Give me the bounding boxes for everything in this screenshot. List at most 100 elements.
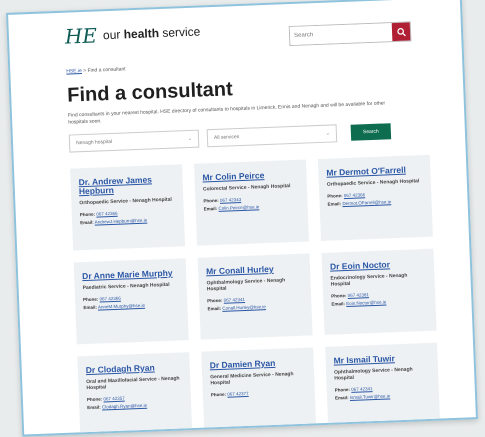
consultant-service: Ophthalmology Service - Nenagh Hospital bbox=[206, 277, 286, 293]
consultant-phone: Phone: 067 42366 bbox=[83, 293, 179, 302]
phone-label: Phone: bbox=[79, 211, 96, 218]
breadcrumb-separator: > bbox=[83, 67, 87, 74]
email-link[interactable]: Clodagh.Ryan@hse.ie bbox=[102, 403, 147, 410]
email-label: Email: bbox=[87, 404, 101, 411]
phone-link[interactable]: 067 42341 bbox=[351, 386, 372, 392]
consultant-card: Mr Conall Hurley Ophthalmology Service -… bbox=[197, 253, 313, 340]
phone-label: Phone: bbox=[327, 193, 343, 199]
phone-label: Phone: bbox=[331, 293, 347, 299]
consultant-service: Oral and Maxillofacial Service - Nenagh … bbox=[86, 375, 180, 392]
consultant-service: Colorectal Service - Nenagh Hospital bbox=[202, 183, 291, 193]
email-link[interactable]: Conall.Hurley@hse.ie bbox=[222, 304, 266, 311]
consultant-phone: Phone: 067 42357 bbox=[87, 393, 183, 402]
phone-link[interactable]: 067 42366 bbox=[96, 211, 117, 217]
logo-text-suffix: service bbox=[162, 24, 201, 40]
consultant-email: Email: Conall.Hurley@hse.ie bbox=[207, 303, 303, 312]
consultant-service: General Medicine Service - Nenagh Hospit… bbox=[210, 371, 294, 387]
consultant-name-link[interactable]: Dr Damien Ryan bbox=[210, 358, 306, 371]
consultant-phone: Phone: 067 42377 bbox=[210, 389, 307, 398]
consultant-name-link[interactable]: Dr Clodagh Ryan bbox=[86, 362, 182, 375]
email-label: Email: bbox=[83, 304, 98, 311]
hospital-select-value: Nenagh hospital bbox=[75, 138, 113, 147]
consultant-phone: Phone: 067 42341 bbox=[334, 384, 431, 393]
consultant-card: Dr. Andrew James Hepburn Orthopaedic Ser… bbox=[70, 164, 186, 251]
email-label: Email: bbox=[331, 301, 346, 307]
consultant-name-link[interactable]: Mr Ismail Tuwir bbox=[333, 353, 429, 365]
service-select[interactable]: All services ⌄ bbox=[206, 124, 338, 148]
consultant-service: Orthopaedic Service - Nenagh Hospital bbox=[326, 178, 420, 188]
phone-link[interactable]: 067 42377 bbox=[227, 391, 248, 397]
logo-text-bold: health bbox=[123, 26, 160, 42]
site-search-button[interactable] bbox=[391, 22, 411, 42]
search-icon bbox=[396, 27, 406, 36]
consultant-name-link[interactable]: Dr Anne Marie Murphy bbox=[82, 268, 178, 281]
consultant-name-link[interactable]: Mr Conall Hurley bbox=[206, 264, 302, 277]
consultant-card: Mr Dermot O'Farrell Orthopaedic Service … bbox=[317, 154, 433, 241]
phone-label: Phone: bbox=[86, 396, 103, 403]
consultant-phone: Phone: 067 42341 bbox=[207, 295, 303, 304]
consultant-phone: Phone: 067 42366 bbox=[79, 209, 176, 218]
consultant-name-link[interactable]: Dr Eoin Noctor bbox=[330, 259, 426, 271]
hse-logo[interactable]: HE our health service bbox=[65, 19, 201, 48]
consultant-name-link[interactable]: Mr Dermot O'Farrell bbox=[326, 165, 422, 178]
email-link[interactable]: Colin.Peirce@hse.ie bbox=[218, 204, 259, 211]
hospital-select[interactable]: Nenagh hospital ⌄ bbox=[68, 129, 200, 153]
consultant-email: Email: Clodagh.Ryan@hse.ie bbox=[87, 401, 183, 410]
site-search-input[interactable] bbox=[289, 23, 393, 46]
chevron-down-icon: ⌄ bbox=[187, 135, 193, 143]
email-label: Email: bbox=[80, 219, 94, 226]
email-link[interactable]: AndrewJ.Hepburn@hse.ie bbox=[95, 218, 148, 225]
consultant-email: Email: AndrewJ.Hepburn@hse.ie bbox=[80, 217, 176, 226]
phone-label: Phone: bbox=[203, 197, 219, 204]
consultant-email: Email: AnneM.Murphy@hse.ie bbox=[83, 301, 179, 310]
breadcrumb-current: Find a consultant bbox=[87, 66, 126, 74]
consultant-phone: Phone: 067 42343 bbox=[203, 195, 299, 204]
filter-search-button[interactable]: Search bbox=[350, 123, 392, 141]
consultant-email: Email: Colin.Peirce@hse.ie bbox=[203, 203, 300, 212]
email-link[interactable]: Dermot.OFarrell@hse.ie bbox=[342, 199, 391, 206]
consultant-service: Endocrinology Service - Nenagh Hospital bbox=[330, 272, 408, 288]
page-title: Find a consultant bbox=[66, 78, 234, 107]
phone-label: Phone: bbox=[82, 296, 99, 303]
email-label: Email: bbox=[203, 205, 218, 212]
consultant-card: Dr Anne Marie Murphy Paediatric Service … bbox=[73, 258, 189, 345]
phone-link[interactable]: 067 42381 bbox=[348, 292, 369, 298]
email-link[interactable]: AnneM.Murphy@hse.ie bbox=[98, 303, 145, 310]
logo-mark: HE bbox=[64, 23, 98, 49]
phone-link[interactable]: 067 42357 bbox=[103, 396, 124, 402]
consultant-card: Dr Damien Ryan General Medicine Service … bbox=[201, 347, 317, 434]
consultant-name-link[interactable]: Mr Colin Peirce bbox=[202, 170, 298, 182]
consultant-email: Email: Ismail.Tuwir@hse.ie bbox=[334, 392, 431, 401]
consultant-service: Orthopaedic Service - Nenagh Hospital bbox=[79, 196, 172, 207]
breadcrumb-home-link[interactable]: HSE.ie bbox=[66, 68, 82, 75]
page-sheet: HE our health service HSE.ie > Find a co… bbox=[6, 0, 478, 437]
logo-text: our health service bbox=[103, 24, 201, 42]
phone-link[interactable]: 067 42366 bbox=[344, 192, 365, 198]
email-label: Email: bbox=[334, 395, 349, 401]
phone-label: Phone: bbox=[334, 386, 351, 393]
phone-label: Phone: bbox=[207, 297, 223, 304]
consultant-card: Mr Colin Peirce Colorectal Service - Nen… bbox=[193, 159, 310, 246]
email-link[interactable]: Ismail.Tuwir@hse.ie bbox=[350, 393, 391, 400]
consultant-card: Mr Ismail Tuwir Ophthalmology Service - … bbox=[325, 342, 441, 429]
consultant-name-link[interactable]: Dr. Andrew James Hepburn bbox=[78, 174, 175, 196]
site-header: HE our health service bbox=[8, 0, 461, 59]
service-select-value: All services bbox=[213, 134, 240, 142]
phone-link[interactable]: 067 42341 bbox=[224, 297, 245, 303]
email-label: Email: bbox=[207, 305, 222, 312]
phone-link[interactable]: 067 42343 bbox=[220, 197, 241, 203]
consultant-service: Ophthalmology Service - Nenagh Hospital bbox=[333, 366, 413, 382]
phone-link[interactable]: 067 42366 bbox=[100, 296, 121, 302]
consultant-grid: Dr. Andrew James Hepburn Orthopaedic Ser… bbox=[70, 154, 441, 437]
consultant-service: Paediatric Service - Nenagh Hospital bbox=[82, 281, 170, 292]
consultant-card: Dr Eoin Noctor Endocrinology Service - N… bbox=[321, 248, 437, 335]
phone-label: Phone: bbox=[210, 391, 227, 398]
consultant-phone: Phone: 067 42381 bbox=[331, 290, 427, 299]
email-link[interactable]: Eoin.Noctor@hse.ie bbox=[346, 300, 386, 307]
chevron-down-icon: ⌄ bbox=[325, 130, 331, 137]
consultant-email: Email: Dermot.OFarrell@hse.ie bbox=[328, 198, 424, 206]
site-search bbox=[288, 21, 412, 47]
logo-text-prefix: our bbox=[102, 27, 121, 43]
consultant-card: Dr Clodagh Ryan Oral and Maxillofacial S… bbox=[77, 352, 193, 437]
consultant-email: Email: Eoin.Noctor@hse.ie bbox=[331, 298, 427, 307]
